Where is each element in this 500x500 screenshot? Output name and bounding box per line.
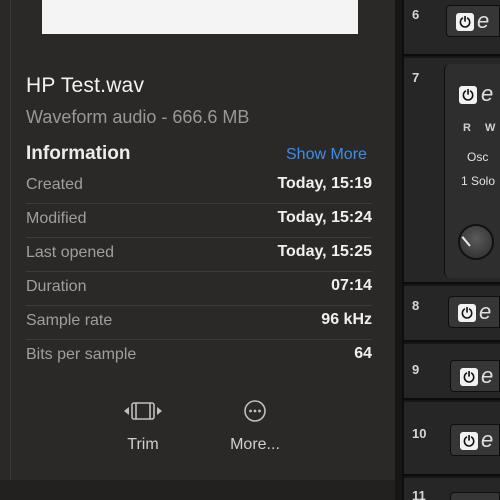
edit-plugin-icon[interactable]: e [481,81,493,107]
file-kind-and-size: Waveform audio - 666.6 MB [26,107,250,127]
power-icon[interactable]: ⏻ [456,13,474,31]
show-more-link[interactable]: Show More [286,146,367,164]
info-label: Last opened [26,244,115,261]
file-name: HP Test.wav [26,74,145,97]
solo-slot-label[interactable]: 1 Solo [461,174,495,188]
write-button[interactable]: W [485,122,495,134]
panel-bottom-bar [0,480,395,500]
track-number: 8 [412,298,420,313]
osc-slot-label[interactable]: Osc [467,150,488,164]
info-row-created: Created Today, 15:19 [26,170,372,204]
edit-plugin-icon[interactable]: e [481,427,493,453]
film-trim-icon [98,396,188,426]
track-strip-11[interactable]: 11 [404,478,500,500]
more-label: More... [230,436,280,453]
power-icon[interactable]: ⏻ [459,86,477,104]
plugin-slot[interactable]: ⏻ e [450,360,500,392]
ellipsis-circle-icon [210,396,300,426]
info-row-modified: Modified Today, 15:24 [26,204,372,238]
info-label: Modified [26,210,87,227]
file-preview-thumbnail [42,0,358,34]
track-strip-6[interactable]: 6 ⏻ e [404,0,500,56]
track-strip-8[interactable]: 8 ⏻ e [404,286,500,342]
power-icon[interactable]: ⏻ [460,368,478,386]
plugin-slot[interactable] [450,492,500,500]
plugin-slot[interactable]: ⏻ e [450,424,500,456]
info-label: Bits per sample [26,346,137,363]
information-heading: Information [26,143,131,164]
info-value: 64 [354,345,372,362]
read-button[interactable]: R [463,122,471,134]
info-value: 07:14 [331,277,372,294]
info-value: 96 kHz [321,311,372,328]
track-strip-9[interactable]: 9 ⏻ e [404,344,500,400]
info-row-duration: Duration 07:14 [26,272,372,306]
edit-plugin-icon[interactable]: e [477,8,489,34]
track-number: 9 [412,362,420,377]
edit-plugin-icon[interactable]: e [479,299,491,325]
more-button[interactable]: More... [210,396,300,466]
info-value: Today, 15:24 [277,209,372,226]
file-info-panel: HP Test.wav Waveform audio - 666.6 MB In… [0,0,395,500]
track-number: 10 [412,426,427,441]
trim-label: Trim [127,436,159,453]
info-label: Created [26,176,83,193]
power-icon[interactable]: ⏻ [458,304,476,322]
track-strip-10[interactable]: 10 ⏻ e [404,402,500,476]
panel-divider [10,0,11,480]
track-number: 6 [412,7,420,22]
track-number: 11 [412,488,426,500]
edit-plugin-icon[interactable]: e [481,363,493,389]
track-number: 7 [412,70,420,85]
info-row-bits-per-sample: Bits per sample 64 [26,340,372,374]
plugin-slot[interactable]: ⏻ e [446,5,500,37]
info-value: Today, 15:25 [277,243,372,260]
info-label: Sample rate [26,312,113,329]
pan-knob[interactable] [458,224,494,260]
power-icon[interactable]: ⏻ [460,432,478,450]
info-row-last-opened: Last opened Today, 15:25 [26,238,372,272]
info-label: Duration [26,278,87,295]
trim-button[interactable]: Trim [98,396,188,466]
info-row-sample-rate: Sample rate 96 kHz [26,306,372,340]
info-value: Today, 15:19 [277,175,372,192]
plugin-slot[interactable]: ⏻ e [448,296,500,328]
